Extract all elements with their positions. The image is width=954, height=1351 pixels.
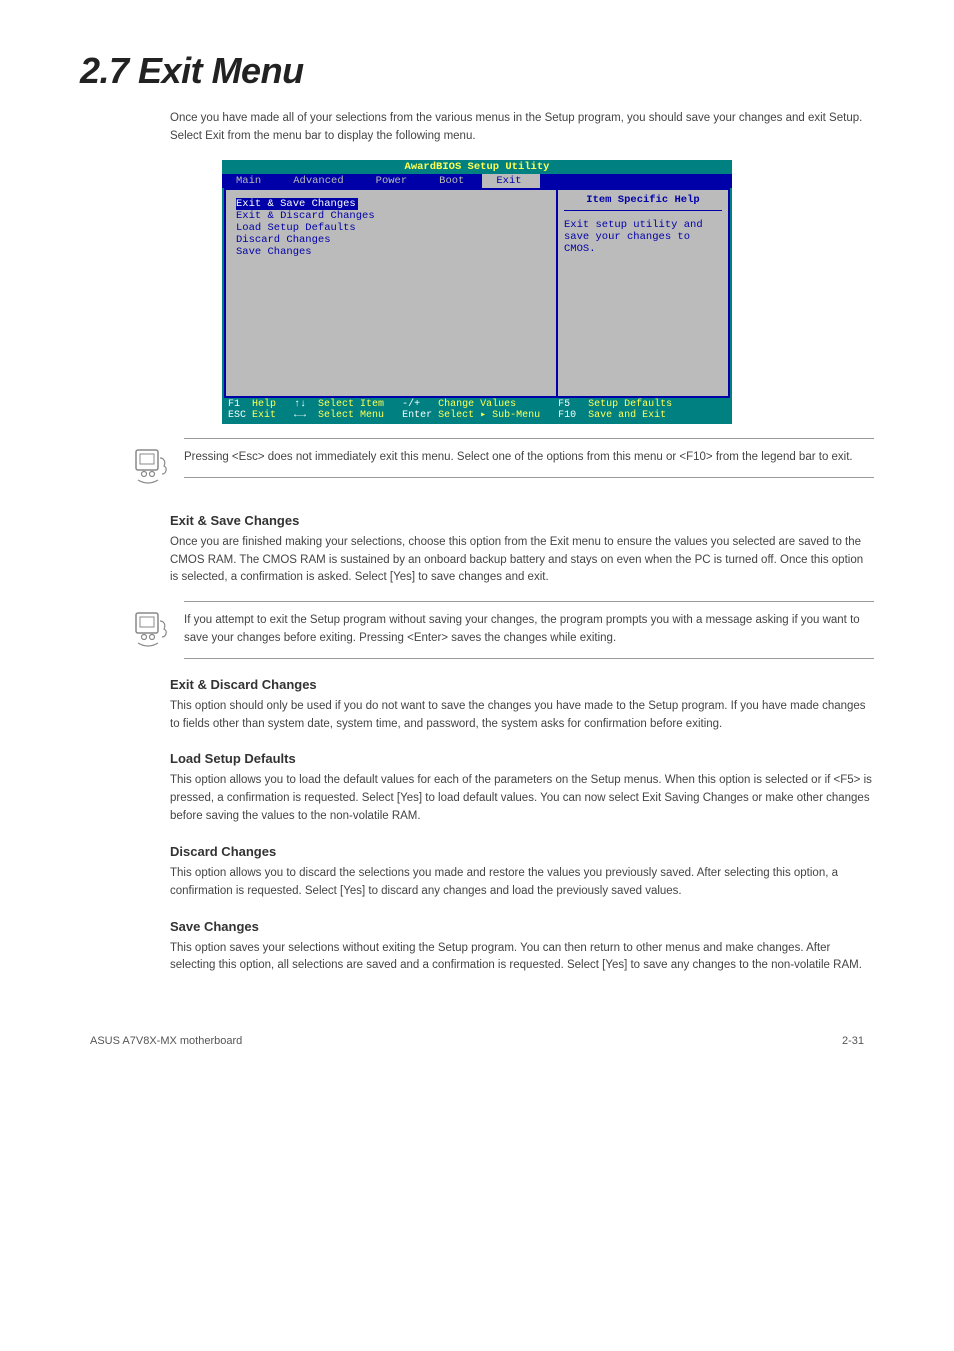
bios-help-body: Exit setup utility and save your changes… bbox=[564, 219, 722, 255]
footer-left: ASUS A7V8X-MX motherboard bbox=[90, 1035, 242, 1047]
note-icon bbox=[130, 609, 170, 658]
sub1-body: Once you are finished making your select… bbox=[170, 534, 874, 587]
page-footer: ASUS A7V8X-MX motherboard 2-31 bbox=[80, 1035, 874, 1047]
bios-help-header: Item Specific Help bbox=[564, 194, 722, 211]
bios-item-exit-save: Exit & Save Changes bbox=[236, 198, 358, 210]
intro-paragraph: Once you have made all of your selection… bbox=[170, 110, 874, 146]
note-1-text: Pressing <Esc> does not immediately exit… bbox=[184, 449, 874, 467]
bios-title: AwardBIOS Setup Utility bbox=[222, 160, 732, 174]
bios-item-exit-discard: Exit & Discard Changes bbox=[236, 210, 546, 222]
sub4-body: This option allows you to discard the se… bbox=[170, 865, 874, 901]
bios-screenshot: AwardBIOS Setup Utility Main Advanced Po… bbox=[222, 160, 732, 424]
sub5-body: This option saves your selections withou… bbox=[170, 940, 874, 976]
bios-help-panel: Item Specific Help Exit setup utility an… bbox=[558, 190, 728, 396]
footer-right: 2-31 bbox=[842, 1035, 864, 1047]
note-icon bbox=[130, 446, 170, 495]
sub2-title: Exit & Discard Changes bbox=[170, 677, 874, 692]
bios-item-save: Save Changes bbox=[236, 246, 546, 258]
sub5-title: Save Changes bbox=[170, 919, 874, 934]
bios-footer: F1 Help ↑↓ Select Item -/+ Change Values… bbox=[222, 398, 732, 424]
sub2-body: This option should only be used if you d… bbox=[170, 698, 874, 734]
sub4-title: Discard Changes bbox=[170, 844, 874, 859]
note-2-text: If you attempt to exit the Setup program… bbox=[184, 612, 874, 648]
bios-item-discard: Discard Changes bbox=[236, 234, 546, 246]
bios-menu-bar: Main Advanced Power Boot Exit bbox=[222, 174, 732, 188]
sub3-title: Load Setup Defaults bbox=[170, 751, 874, 766]
bios-menu-boot: Boot bbox=[425, 174, 482, 188]
sub3-body: This option allows you to load the defau… bbox=[170, 772, 874, 825]
bios-item-load-defaults: Load Setup Defaults bbox=[236, 222, 546, 234]
bios-menu-power: Power bbox=[362, 174, 426, 188]
bios-menu-advanced: Advanced bbox=[279, 174, 361, 188]
bios-menu-exit: Exit bbox=[482, 174, 539, 188]
bios-left-panel: Exit & Save Changes Exit & Discard Chang… bbox=[226, 190, 556, 396]
bios-menu-main: Main bbox=[222, 174, 279, 188]
section-heading: 2.7 Exit Menu bbox=[80, 50, 874, 92]
sub1-title: Exit & Save Changes bbox=[170, 513, 874, 528]
